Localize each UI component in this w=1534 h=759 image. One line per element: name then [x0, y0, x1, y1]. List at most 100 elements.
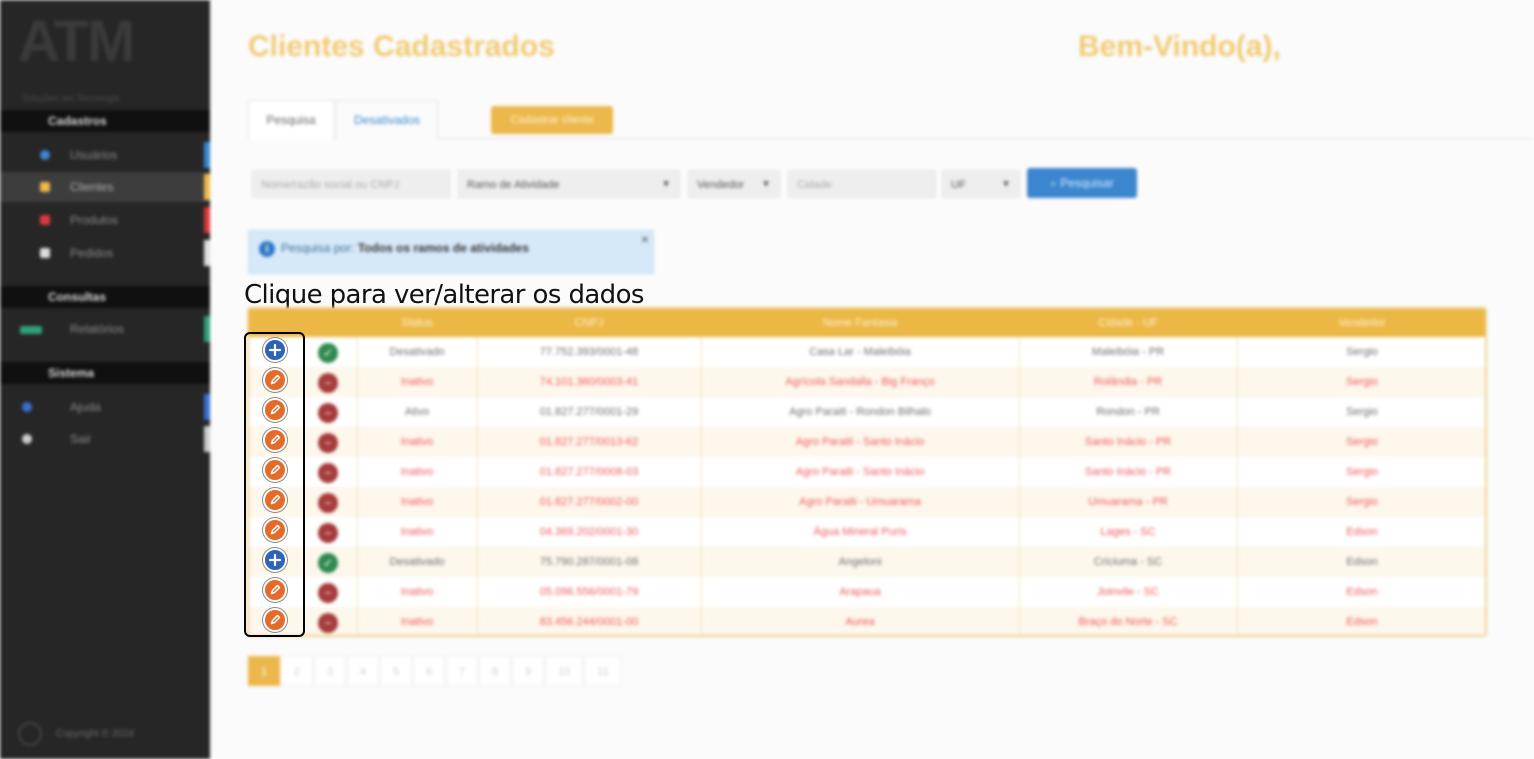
clipboard-icon: [40, 248, 50, 258]
col-status: Status: [401, 317, 433, 329]
table-row[interactable]: ✓ Desativado 75.790.287/0001-08 Angeloni Cri…: [249, 547, 1485, 577]
search-button[interactable]: ⌕ Pesquisar: [1027, 168, 1137, 198]
tab-pesquisa[interactable]: Pesquisa: [248, 100, 334, 139]
logo: ATM Soluções em Tecnologia: [18, 9, 135, 104]
table-row[interactable]: − Inativo 04.369.202/0001-30 Água Mineral P…: [249, 517, 1485, 547]
cell-nome: Agrícola Sandalla - Big Franço: [785, 376, 935, 388]
sidebar-item-relatorios[interactable]: Relatórios: [0, 314, 210, 344]
status-inactive-icon: −: [318, 403, 338, 423]
cell-status: Inativo: [400, 466, 434, 478]
cell-status: Inativo: [400, 526, 434, 538]
cell-vendedor: Sergio: [1346, 406, 1378, 418]
status-inactive-icon: −: [318, 523, 338, 543]
tab-desativados[interactable]: Desativados: [336, 100, 438, 139]
status-inactive-icon: −: [318, 463, 338, 483]
cell-cidade: Santo Inácio - PR: [1084, 466, 1172, 478]
page-7[interactable]: 7: [446, 656, 478, 686]
section-consultas: Consultas: [0, 286, 210, 308]
sidebar-item-label: Usuários: [70, 148, 118, 162]
sidebar-item-usuarios[interactable]: Usuários: [0, 140, 210, 170]
status-inactive-icon: −: [318, 433, 338, 453]
sidebar-item-sair[interactable]: Sair: [0, 424, 210, 454]
sidebar-item-produtos[interactable]: Produtos: [0, 205, 210, 235]
page-6[interactable]: 6: [413, 656, 445, 686]
cell-status: Inativo: [400, 616, 434, 628]
cell-vendedor: Sergio: [1346, 466, 1378, 478]
help-icon: [22, 402, 32, 412]
table-row[interactable]: − Inativo 83.456.244/0001-00 Aurea Braço do …: [249, 607, 1485, 635]
action-buttons-highlight: [244, 332, 305, 637]
sidebar-item-label: Produtos: [70, 213, 119, 227]
page-title: Clientes Cadastrados: [248, 30, 555, 63]
cell-cnpj: 05.096.556/0001-79: [539, 586, 639, 598]
cell-nome: Casa Lar - Maleibóia: [809, 346, 911, 358]
sidebar-item-ajuda[interactable]: Ajuda: [0, 392, 210, 422]
cadastrar-cliente-button[interactable]: Cadastrar cliente: [491, 106, 613, 134]
cell-vendedor: Sergio: [1346, 376, 1378, 388]
cell-cidade: Rondon - PR: [1096, 406, 1160, 418]
table-row[interactable]: ✓ Desativado 77.752.393/0001-48 Casa Lar - …: [249, 337, 1485, 367]
page-1[interactable]: 1: [248, 656, 280, 686]
page-9[interactable]: 9: [512, 656, 544, 686]
ramo-select[interactable]: Ramo de Atividade ▼: [458, 170, 680, 198]
page-2[interactable]: 2: [281, 656, 313, 686]
status-inactive-icon: −: [318, 613, 338, 633]
status-active-icon: ✓: [318, 343, 338, 363]
search-icon: ⌕: [1050, 176, 1061, 190]
vendedor-select[interactable]: Vendedor ▼: [688, 170, 780, 198]
sidebar-item-label: Clientes: [70, 180, 114, 194]
cell-nome: Agro Paraiti - Umuarama: [799, 496, 921, 508]
copyright-logo-icon: [18, 722, 42, 746]
cell-cidade: Santo Inácio - PR: [1084, 436, 1172, 448]
table-row[interactable]: − Inativo 74.101.360/0003-41 Agrícola Sanda…: [249, 367, 1485, 397]
table-row[interactable]: − Inativo 01.827.277/0002-00 Agro Paraiti -…: [249, 487, 1485, 517]
table-row[interactable]: − Inativo 01.827.277/0008-03 Agro Paraiti -…: [249, 457, 1485, 487]
folder-icon: [40, 182, 50, 192]
cell-nome: Aurea: [845, 616, 875, 628]
sidebar-item-label: Ajuda: [70, 400, 101, 414]
page-11[interactable]: 11: [584, 656, 622, 686]
cell-nome: Agro Paraiti - Santo Inácio: [795, 436, 925, 448]
search-input[interactable]: Nome/razão social ou CNPJ: [252, 170, 450, 198]
cell-cnpj: 01.827.277/0013-62: [539, 436, 639, 448]
page-3[interactable]: 3: [314, 656, 346, 686]
uf-select[interactable]: UF ▼: [942, 170, 1020, 198]
cell-status: Inativo: [400, 376, 434, 388]
cell-nome: Água Mineral Puris: [813, 526, 907, 538]
cell-status: Desativado: [389, 346, 445, 358]
table-row[interactable]: − Inativo 01.827.277/0013-62 Agro Paraiti -…: [249, 427, 1485, 457]
page-5[interactable]: 5: [380, 656, 412, 686]
hint-label: Clique para ver/alterar os dados: [244, 280, 644, 310]
table-row[interactable]: − Ativo 01.827.277/0001-29 Agro Paraiti - R…: [249, 397, 1485, 427]
search-info-alert: i Pesquisa por: Todos os ramos de ativid…: [248, 230, 654, 274]
cell-status: Desativado: [389, 556, 445, 568]
cell-cidade: Criciuma - SC: [1093, 556, 1163, 568]
section-cadastros: Cadastros: [0, 110, 210, 132]
box-icon: [40, 215, 50, 225]
page-4[interactable]: 4: [347, 656, 379, 686]
cidade-input[interactable]: Cidade: [788, 170, 936, 198]
cell-vendedor: Edson: [1346, 526, 1378, 538]
status-inactive-icon: −: [318, 583, 338, 603]
table-row[interactable]: − Inativo 05.096.556/0001-79 Arapaua Joinvil…: [249, 577, 1485, 607]
sidebar-item-clientes[interactable]: Clientes: [0, 172, 210, 202]
page-10[interactable]: 10: [545, 656, 583, 686]
close-icon[interactable]: ×: [641, 231, 649, 247]
sidebar-item-pedidos[interactable]: Pedidos: [0, 238, 210, 268]
cell-cnpj: 04.369.202/0001-30: [539, 526, 639, 538]
clients-table: Status CNPJ Nome Fantasia Cidade - UF Ve…: [247, 307, 1487, 637]
cell-cnpj: 75.790.287/0001-08: [539, 556, 639, 568]
cell-vendedor: Sergio: [1346, 346, 1378, 358]
cell-cnpj: 01.827.277/0001-29: [539, 406, 639, 418]
info-icon: i: [259, 241, 275, 257]
cell-cidade: Rolândia - PR: [1093, 376, 1163, 388]
power-icon: [22, 434, 32, 444]
col-cnpj: CNPJ: [574, 317, 604, 329]
cell-cidade: Umuarama - PR: [1088, 496, 1168, 508]
cell-cnpj: 77.752.393/0001-48: [539, 346, 639, 358]
section-sistema: Sistema: [0, 362, 210, 384]
chart-icon: [20, 326, 42, 334]
cell-status: Inativo: [400, 496, 434, 508]
page-8[interactable]: 8: [479, 656, 511, 686]
cell-cidade: Joinvile - SC: [1097, 586, 1159, 598]
